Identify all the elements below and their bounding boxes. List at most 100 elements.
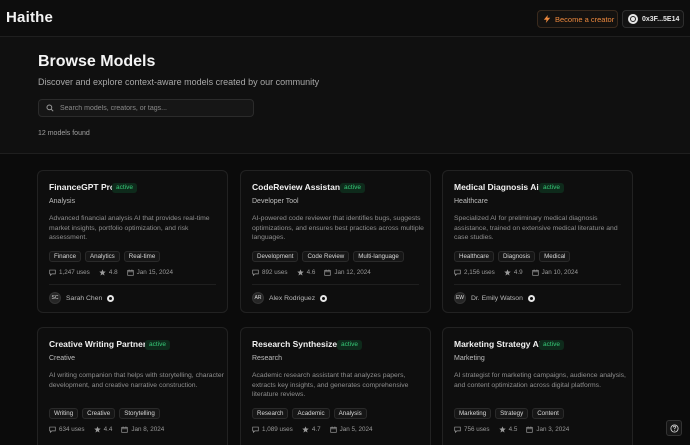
wallet-address: 0x3F...5E14	[642, 15, 680, 23]
verified-icon	[107, 294, 115, 302]
date-stat: Jan 10, 2024	[531, 269, 578, 276]
become-creator-label: Become a creator	[555, 14, 615, 24]
uses-stat: 1,089 uses	[252, 426, 293, 433]
model-stats: 892 uses 4.6 Jan 12, 2024	[252, 269, 371, 276]
model-card[interactable]: FinanceGPT Pro active Analysis Advanced fin…	[37, 170, 228, 313]
tag-list: Marketing Strategy Content	[454, 408, 564, 419]
search-input[interactable]	[60, 104, 240, 112]
tag[interactable]: Real-time	[123, 251, 161, 262]
help-button[interactable]	[666, 420, 682, 436]
status-badge: active	[340, 183, 365, 193]
tag[interactable]: Multi-language	[353, 251, 404, 262]
wallet-button[interactable]: 0x3F...5E14	[622, 10, 684, 28]
rating-value: 4.6	[306, 269, 316, 276]
page-title: Browse Models	[38, 53, 156, 70]
date-stat: Jan 5, 2024	[329, 426, 373, 433]
rating-stat: 4.8	[99, 269, 118, 276]
uses-count: 2,156 uses	[464, 269, 495, 276]
tag-list: Development Code Review Multi-language	[252, 251, 404, 262]
tag-list: Writing Creative Storytelling	[49, 408, 160, 419]
author-info[interactable]: EW Dr. Emily Watson	[454, 292, 535, 304]
avatar: SC	[49, 292, 61, 304]
brand-logo[interactable]: Haithe	[6, 9, 53, 26]
model-name: Creative Writing Partner	[49, 339, 147, 349]
tag[interactable]: Creative	[82, 408, 116, 419]
wallet-icon	[628, 14, 638, 24]
author-info[interactable]: AR Alex Rodriguez	[252, 292, 328, 304]
calendar-icon	[531, 269, 539, 276]
tag[interactable]: Research	[252, 408, 289, 419]
created-date: Jan 12, 2024	[334, 269, 371, 276]
model-card[interactable]: Creative Writing Partner active Creative AI…	[37, 327, 228, 445]
model-description: AI writing companion that helps with sto…	[49, 372, 224, 389]
model-name: FinanceGPT Pro	[49, 182, 116, 192]
date-stat: Jan 3, 2024	[526, 426, 569, 433]
model-card[interactable]: CodeReview Assistant active Developer Tool…	[240, 170, 431, 313]
status-badge: active	[539, 340, 564, 350]
tag[interactable]: Analysis	[333, 408, 367, 419]
star-icon	[302, 426, 309, 433]
uses-count: 1,089 uses	[262, 426, 293, 433]
tag[interactable]: Analytics	[85, 251, 120, 262]
created-date: Jan 10, 2024	[541, 269, 578, 276]
date-stat: Jan 15, 2024	[126, 269, 173, 276]
rating-stat: 4.7	[302, 426, 321, 433]
star-icon	[93, 426, 101, 433]
card-divider	[49, 284, 216, 285]
date-stat: Jan 8, 2024	[121, 426, 164, 433]
rating-value: 4.8	[108, 269, 118, 276]
uses-count: 756 uses	[464, 426, 490, 433]
search-icon	[46, 104, 54, 112]
become-creator-button[interactable]: Become a creator	[537, 10, 618, 28]
avatar: AR	[252, 292, 264, 304]
results-count: 12 models found	[38, 130, 90, 137]
uses-count: 1,247 uses	[59, 269, 90, 276]
status-badge: active	[112, 183, 137, 193]
chat-icon	[49, 269, 56, 276]
chat-icon	[454, 426, 461, 433]
model-card[interactable]: Medical Diagnosis Aid active Healthcare Spe…	[442, 170, 633, 313]
model-stats: 2,156 uses 4.9 Jan 10, 2024	[454, 269, 578, 276]
tag[interactable]: Diagnosis	[497, 251, 536, 262]
tag[interactable]: Medical	[539, 251, 571, 262]
model-stats: 756 uses 4.5 Jan 3, 2024	[454, 426, 569, 433]
tag[interactable]: Strategy	[495, 408, 529, 419]
model-description: Academic research assistant that analyze…	[252, 372, 409, 398]
tag[interactable]: Storytelling	[119, 408, 160, 419]
calendar-icon	[121, 426, 128, 433]
tag[interactable]: Content	[532, 408, 564, 419]
rating-value: 4.4	[103, 426, 113, 433]
model-category: Creative	[49, 355, 76, 362]
model-description: Advanced financial analysis AI that prov…	[49, 215, 210, 241]
model-card[interactable]: Marketing Strategy AI active Marketing AI s…	[442, 327, 633, 445]
tag[interactable]: Marketing	[454, 408, 492, 419]
model-name: Marketing Strategy AI	[454, 339, 542, 349]
model-card[interactable]: Research Synthesizer active Research Academ…	[240, 327, 431, 445]
rating-stat: 4.9	[504, 269, 523, 276]
model-category: Analysis	[49, 198, 76, 205]
search-box[interactable]	[38, 99, 254, 117]
tag[interactable]: Writing	[49, 408, 79, 419]
author-name: Sarah Chen	[66, 294, 103, 302]
tag[interactable]: Development	[252, 251, 299, 262]
model-stats: 634 uses 4.4 Jan 8, 2024	[49, 426, 164, 433]
calendar-icon	[126, 269, 134, 276]
star-icon	[99, 269, 106, 276]
tag[interactable]: Code Review	[302, 251, 350, 262]
chat-icon	[49, 426, 56, 433]
tag[interactable]: Academic	[292, 408, 330, 419]
model-name: Research Synthesizer	[252, 339, 341, 349]
tag-list: Finance Analytics Real-time	[49, 251, 161, 262]
tag[interactable]: Healthcare	[454, 251, 494, 262]
model-category: Marketing	[454, 355, 485, 362]
date-stat: Jan 12, 2024	[324, 269, 371, 276]
top-navigation-bar: Haithe Become a creator 0x3F...5E14	[0, 0, 690, 37]
chat-icon	[252, 426, 259, 433]
model-stats: 1,247 uses 4.8 Jan 15, 2024	[49, 269, 173, 276]
author-info[interactable]: SC Sarah Chen	[49, 292, 115, 304]
tag[interactable]: Finance	[49, 251, 82, 262]
uses-stat: 2,156 uses	[454, 269, 495, 276]
uses-stat: 1,247 uses	[49, 269, 90, 276]
rating-stat: 4.5	[498, 426, 517, 433]
page-subtitle: Discover and explore context-aware model…	[38, 77, 320, 87]
